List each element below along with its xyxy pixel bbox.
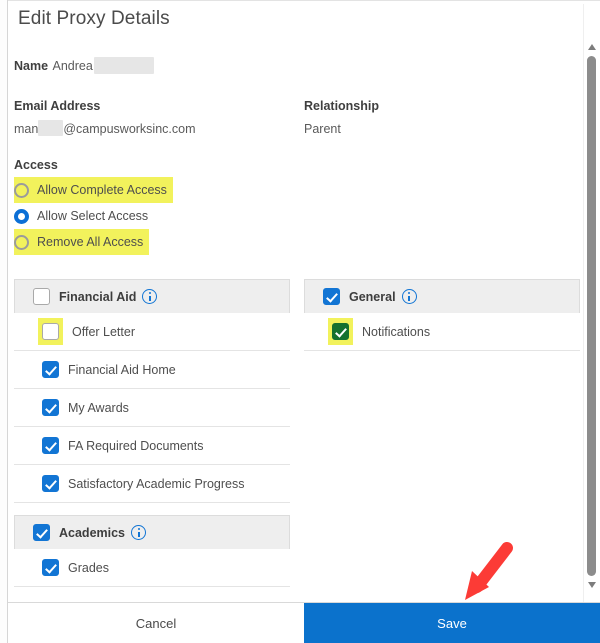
name-redaction-block [93,57,154,75]
item-checkbox-checked-icon[interactable] [42,437,59,454]
item-checkbox-checked-icon[interactable] [42,475,59,492]
info-icon[interactable] [131,525,147,540]
permission-item-row[interactable]: FA Required Documents [14,427,290,465]
permissions-right-column: General Notifications [304,279,580,363]
item-checkbox-checked-icon[interactable] [42,399,59,416]
dialog-top-edge [8,0,600,4]
permission-group-title: Financial Aid [59,289,137,304]
info-icon[interactable] [401,289,417,304]
permission-group: Academics Grades [14,515,290,587]
permission-item-label: Satisfactory Academic Progress [68,476,245,491]
permission-item-row[interactable]: Grades [14,549,290,587]
permission-item-label: My Awards [68,400,129,415]
group-checkbox-unchecked-icon[interactable] [33,288,50,305]
permission-group-header[interactable]: General [304,279,580,313]
permissions-left-column: Financial Aid Offer Letter Financial Aid H… [14,279,290,599]
access-label: Access [14,158,58,172]
access-radio-option-2[interactable]: Remove All Access [14,229,150,255]
permission-item-row[interactable]: Offer Letter [14,313,290,351]
scrollbar-thumb[interactable] [587,56,596,576]
item-checkbox-checked-icon[interactable] [42,559,59,576]
permission-item-label: FA Required Documents [68,438,204,453]
relationship-field-block: Relationship Parent [304,99,379,138]
permission-item-label: Grades [68,560,109,575]
email-redaction-block [38,120,64,136]
edit-proxy-details-dialog: Edit Proxy Details Name Andrea Email Add… [0,0,600,643]
scroll-up-arrow-icon[interactable] [588,44,596,50]
name-value: Andrea [52,59,93,73]
access-radio-label: Remove All Access [37,235,144,249]
highlight-marker [38,318,63,345]
radio-selected-icon[interactable] [14,208,29,224]
access-radio-label: Allow Complete Access [37,183,167,197]
permission-group: General Notifications [304,279,580,351]
access-options-list: Allow Complete Access Allow Select Access… [14,177,274,255]
item-checkbox-checked-icon[interactable] [42,361,59,378]
email-label: Email Address [14,99,101,113]
permission-item-label: Notifications [362,324,431,339]
group-checkbox-checked-icon[interactable] [33,524,50,541]
relationship-value: Parent [304,122,341,136]
permission-group-header[interactable]: Financial Aid [14,279,290,313]
email-prefix: man [14,122,39,136]
access-radio-option-0[interactable]: Allow Complete Access [14,177,173,203]
group-checkbox-checked-icon[interactable] [323,288,340,305]
email-suffix: @campusworksinc.com [63,122,196,136]
save-button[interactable]: Save [304,603,600,643]
permission-group-title: Academics [59,525,126,540]
item-checkbox-checked-icon[interactable] [332,323,349,340]
access-radio-option-1[interactable]: Allow Select Access [14,203,154,229]
permissions-area: Financial Aid Offer Letter Financial Aid H… [0,279,600,602]
permission-item-label: Offer Letter [72,324,135,339]
radio-unselected-icon[interactable] [14,234,29,250]
permission-item-row[interactable]: My Awards [14,389,290,427]
permission-group-title: General [349,289,396,304]
access-radio-group: Access Allow Complete Access Allow Select… [14,158,274,255]
page-title: Edit Proxy Details [18,8,170,29]
email-value-row: man @campusworksinc.com [14,120,196,138]
permission-group-header[interactable]: Academics [14,515,290,549]
vertical-scrollbar[interactable] [583,4,600,602]
info-icon[interactable] [142,289,158,304]
radio-unselected-icon[interactable] [14,182,29,198]
permission-group: Financial Aid Offer Letter Financial Aid H… [14,279,290,503]
name-label: Name [14,59,49,73]
highlight-marker [328,318,353,345]
dialog-footer: Cancel Save [8,602,600,643]
relationship-label: Relationship [304,99,380,113]
cancel-button[interactable]: Cancel [8,603,304,643]
email-field-block: Email Address man @campusworksinc.com [14,99,196,138]
permission-item-row[interactable]: Financial Aid Home [14,351,290,389]
scroll-down-arrow-icon[interactable] [588,582,596,588]
permission-item-row[interactable]: Notifications [304,313,580,351]
name-field-row: Name Andrea [14,57,154,75]
access-radio-label: Allow Select Access [37,209,149,223]
item-checkbox-unchecked-icon[interactable] [42,323,59,340]
permission-item-label: Financial Aid Home [68,362,176,377]
permission-item-row[interactable]: Satisfactory Academic Progress [14,465,290,503]
